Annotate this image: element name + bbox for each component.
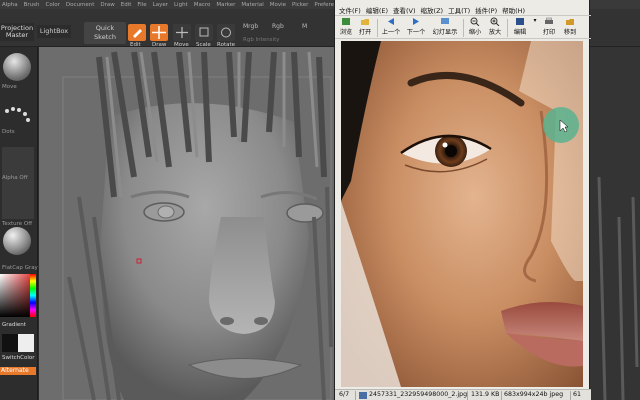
image-index: 6/7 [339, 391, 350, 398]
menu-light[interactable]: Light [174, 2, 188, 8]
viewer-menu-zoom[interactable]: 缩放(Z) [421, 5, 444, 15]
menu-layer[interactable]: Layer [153, 2, 168, 8]
menu-marker[interactable]: Marker [216, 2, 235, 8]
edit-mode-button[interactable] [128, 24, 146, 41]
alternate-button[interactable]: Alternate [0, 367, 36, 375]
next-button[interactable]: 下一个 [405, 17, 427, 39]
zoom-level: 61 [573, 391, 582, 398]
hue-slider[interactable] [30, 274, 36, 317]
menu-file[interactable]: File [137, 2, 146, 8]
alpha-off-label: Alpha Off [2, 175, 28, 181]
menu-document[interactable]: Document [66, 2, 95, 8]
menu-edit[interactable]: Edit [121, 2, 132, 8]
menu-material[interactable]: Material [241, 2, 263, 8]
mrgb-button[interactable]: Mrgb [243, 23, 258, 30]
viewer-menubar: 文件(F) 编辑(E) 查看(V) 缩放(Z) 工具(T) 插件(P) 帮助(H… [335, 4, 591, 15]
secondary-color-swatch[interactable] [18, 334, 34, 352]
next-arrow-icon [413, 18, 419, 25]
viewer-menu-tools[interactable]: 工具(T) [448, 5, 470, 15]
move-mode-button[interactable] [173, 24, 191, 41]
previous-button[interactable]: 上一个 [380, 17, 402, 39]
zoom-in-icon [490, 17, 500, 26]
menu-alpha[interactable]: Alpha [2, 2, 18, 8]
zbrush-left-palette: Move Dots Alpha Off Texture Off FlatCap … [0, 47, 38, 400]
browse-icon [342, 18, 350, 25]
main-color-swatch[interactable] [2, 334, 18, 352]
zbrush-viewport[interactable] [39, 47, 334, 400]
draw-crosshair-icon [152, 26, 166, 39]
print-button[interactable]: 打印 [540, 17, 558, 39]
image-viewer-window: 文件(F) 编辑(E) 查看(V) 缩放(Z) 工具(T) 插件(P) 帮助(H… [334, 0, 591, 400]
move-to-icon [566, 19, 574, 25]
scale-mode-button[interactable] [195, 24, 213, 41]
viewer-menu-view[interactable]: 查看(V) [393, 5, 416, 15]
menu-draw[interactable]: Draw [100, 2, 114, 8]
rgb-button[interactable]: Rgb [272, 23, 284, 30]
open-folder-icon [361, 19, 369, 25]
material-name: FlatCap Gray [2, 265, 38, 271]
menu-movie[interactable]: Movie [270, 2, 286, 8]
switch-color-button[interactable]: SwitchColor [2, 355, 35, 361]
image-filesize: 131.9 KB [471, 391, 500, 398]
brush-preview-icon[interactable] [3, 53, 31, 81]
previous-arrow-icon [388, 18, 394, 25]
material-preview-icon[interactable] [3, 227, 31, 255]
portrait-photo-render [341, 41, 583, 387]
print-icon [545, 17, 553, 24]
gradient-label[interactable]: Gradient [2, 322, 26, 328]
viewer-menu-plugins[interactable]: 插件(P) [475, 5, 497, 15]
menu-brush[interactable]: Brush [24, 2, 40, 8]
menu-macro[interactable]: Macro [194, 2, 211, 8]
image-dimensions: 683x994x24b jpeg [504, 391, 564, 398]
browse-button[interactable]: 浏览 [338, 17, 354, 39]
menu-picker[interactable]: Picker [292, 2, 308, 8]
edit-image-icon [516, 18, 524, 25]
reference-photo[interactable] [341, 41, 583, 387]
viewer-toolbar: 浏览 打开 上一个 下一个 幻灯显示 缩小 放大 编辑 ▾ 打印 移到 [335, 15, 591, 39]
m-button[interactable]: M [302, 23, 307, 30]
viewer-menu-help[interactable]: 帮助(H) [502, 5, 525, 15]
sculpt-head-render [39, 47, 334, 400]
alpha-preview[interactable] [2, 147, 34, 219]
rgb-intensity-slider[interactable]: Rgb Intensity [243, 37, 280, 43]
brush-name: Move [2, 84, 17, 90]
slideshow-button[interactable]: 幻灯显示 [430, 17, 460, 39]
lightbox-button[interactable]: LightBox [37, 25, 71, 38]
stroke-name: Dots [2, 129, 15, 135]
rotate-mode-button[interactable] [217, 24, 235, 41]
viewer-menu-file[interactable]: 文件(F) [339, 5, 361, 15]
image-file-icon [359, 392, 367, 399]
viewer-statusbar: 6/7 2457331_232959498000_2.jpg 131.9 KB … [335, 389, 591, 400]
zoom-out-button[interactable]: 缩小 [466, 17, 484, 39]
zbrush-right-palette [588, 47, 640, 400]
edit-dropdown-chevron-icon[interactable]: ▾ [531, 17, 539, 39]
quick-sketch-button[interactable]: Quick Sketch [84, 22, 126, 44]
zoom-in-button[interactable]: 放大 [486, 17, 504, 39]
image-filename: 2457331_232959498000_2.jpg [369, 391, 468, 398]
hair-strands-edge-render [589, 47, 640, 400]
edit-pen-icon [133, 29, 142, 38]
rotate-icon [221, 27, 231, 38]
projection-master-button[interactable]: Projection Master [0, 23, 34, 41]
draw-mode-button[interactable] [150, 24, 168, 41]
edit-image-button[interactable]: 编辑 [510, 17, 530, 39]
desktop: Alpha Brush Color Document Draw Edit Fil… [0, 0, 640, 400]
slideshow-icon [441, 18, 449, 24]
open-button[interactable]: 打开 [356, 17, 374, 39]
menu-color[interactable]: Color [46, 2, 60, 8]
move-arrows-icon [176, 27, 188, 38]
viewer-menu-edit[interactable]: 编辑(E) [366, 5, 388, 15]
move-to-button[interactable]: 移到 [561, 17, 579, 39]
zoom-out-icon [470, 17, 480, 26]
scale-icon [199, 27, 209, 37]
